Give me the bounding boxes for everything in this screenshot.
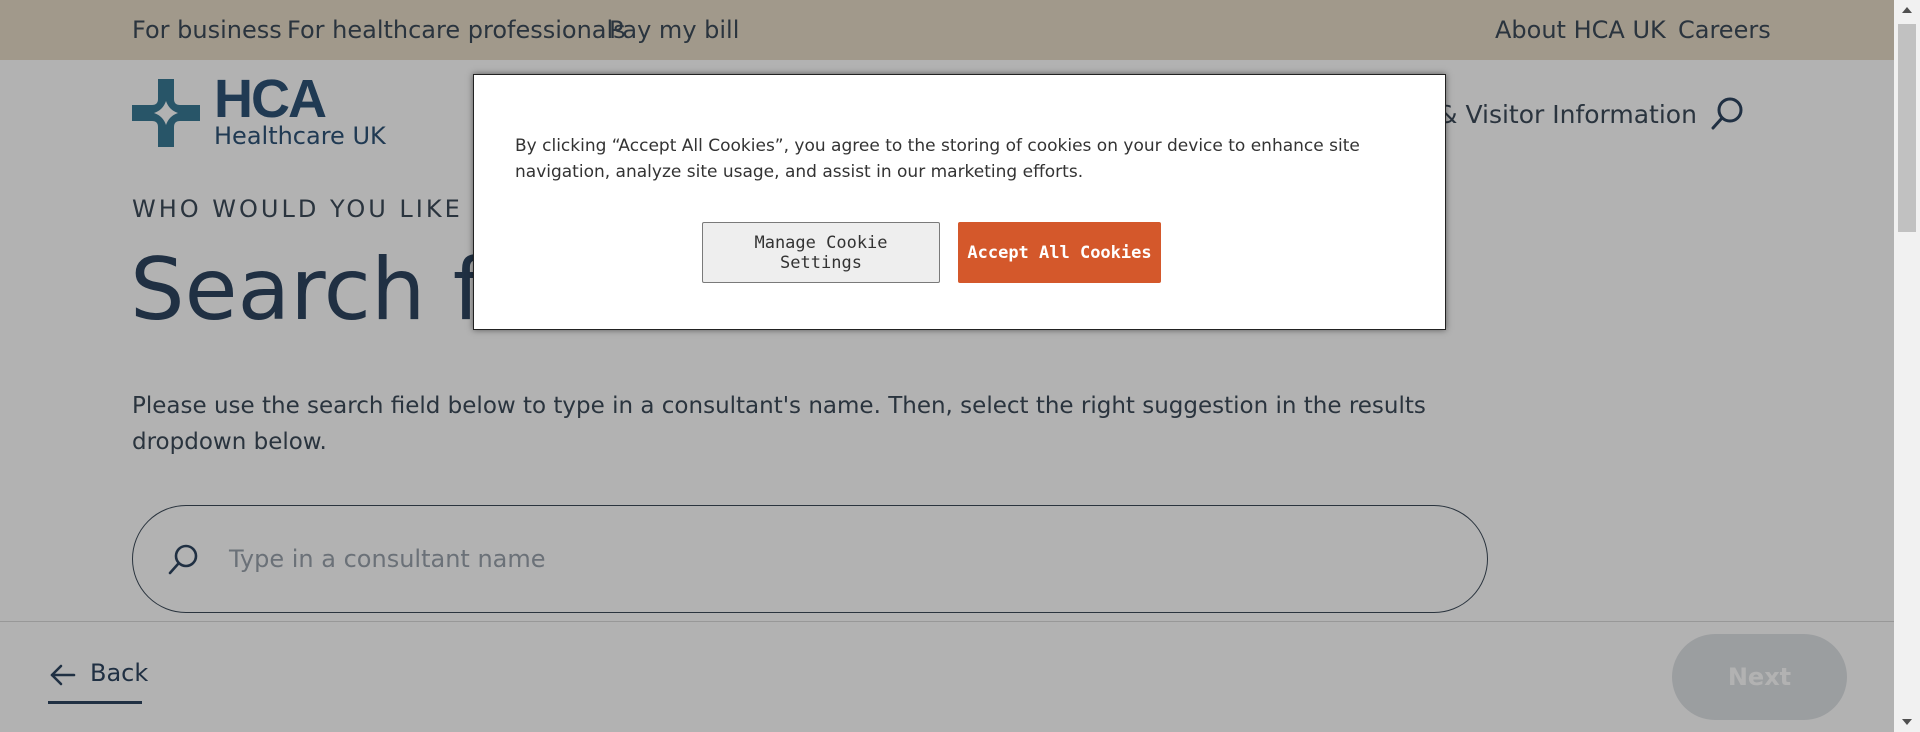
scroll-down-arrow-icon[interactable] <box>1894 710 1920 732</box>
page-scrollbar[interactable] <box>1894 0 1920 732</box>
scroll-up-arrow-icon[interactable] <box>1894 0 1920 22</box>
manage-cookie-settings-button[interactable]: Manage Cookie Settings <box>702 222 940 283</box>
scrollbar-thumb[interactable] <box>1898 24 1916 232</box>
cookie-consent-text: By clicking “Accept All Cookies”, you ag… <box>515 136 1360 182</box>
accept-all-cookies-button[interactable]: Accept All Cookies <box>958 222 1161 283</box>
page: For business For healthcare professional… <box>0 0 1894 732</box>
cookie-consent-dialog: By clicking “Accept All Cookies”, you ag… <box>473 74 1446 330</box>
